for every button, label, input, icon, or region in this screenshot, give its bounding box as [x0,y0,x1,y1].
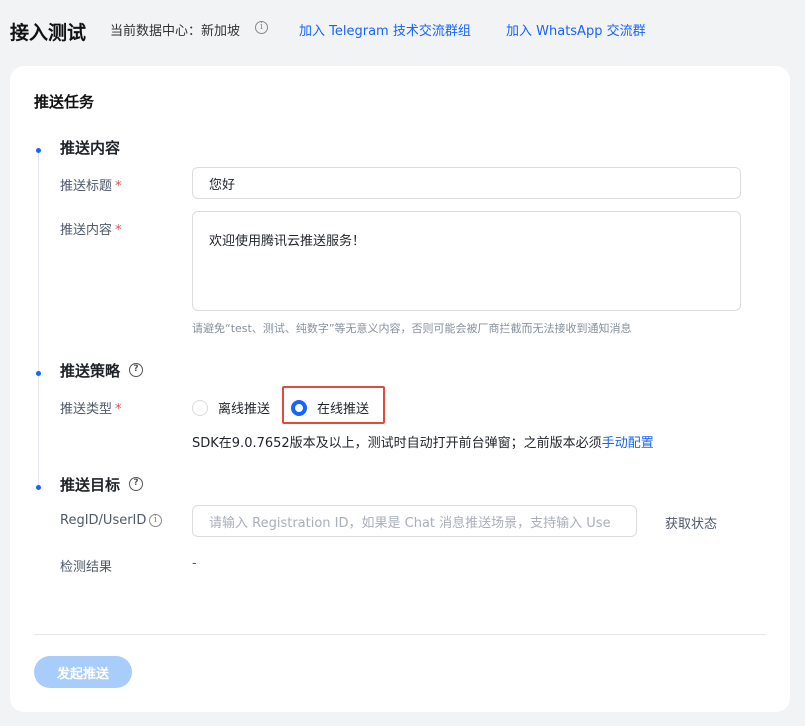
content-hint: 请避免“test、测试、纯数字”等无意义内容，否则可能会被厂商拦截而无法接收到通… [192,322,632,335]
radio-unchecked-icon [192,399,208,416]
info-icon[interactable]: i [149,514,162,527]
manual-config-link[interactable]: 手动配置 [602,436,654,451]
radio-online-push[interactable]: 在线推送 [291,398,369,417]
card-title: 推送任务 [34,93,95,111]
push-task-card: 推送任务 推送内容 推送标题 * 您好 推送内容 * 欢迎使用腾讯云推送服务！ 请避… [10,66,790,712]
radio-online-label: 在线推送 [317,402,370,417]
required-mark: * [115,402,122,417]
page-header: 接入测试 当前数据中心：新加坡 i 加入 Telegram 技术交流群组 加入 … [0,0,805,60]
check-result-value: - [192,556,197,571]
push-type-label: 推送类型 * [60,398,122,417]
whatsapp-group-link[interactable]: 加入 WhatsApp 交流群 [506,20,646,39]
push-content-label: 推送内容 * [60,219,122,238]
datacenter-label: 当前数据中心：新加坡 [110,24,241,39]
section-title-strategy: 推送策略 [60,362,121,380]
page-title: 接入测试 [10,22,87,44]
help-icon[interactable]: ? [129,477,143,491]
info-icon[interactable]: i [255,21,268,34]
push-type-label-text: 推送类型 [60,402,113,417]
push-title-label: 推送标题 * [60,175,122,194]
regid-input[interactable]: 请输入 Registration ID，如果是 Chat 消息推送场景，支持输入… [192,505,637,537]
divider [34,634,766,635]
regid-label: RegID/UserID [60,513,147,528]
sdk-note-text: SDK在9.0.7652版本及以上，测试时自动打开前台弹窗；之前版本必须 [192,436,602,451]
push-title-label-text: 推送标题 [60,179,113,194]
push-content-textarea[interactable]: 欢迎使用腾讯云推送服务！ [192,211,741,311]
timeline-dot [36,148,41,153]
section-title-target: 推送目标 [60,476,121,494]
push-title-input[interactable]: 您好 [192,167,741,199]
radio-offline-label: 离线推送 [218,402,271,417]
sdk-note: SDK在9.0.7652版本及以上，测试时自动打开前台弹窗；之前版本必须手动配置 [192,432,654,451]
help-icon[interactable]: ? [129,363,143,377]
check-result-label: 检测结果 [60,560,113,575]
get-status-button[interactable]: 获取状态 [665,513,717,532]
required-mark: * [115,223,122,238]
radio-offline-push[interactable]: 离线推送 [192,398,270,417]
send-push-button[interactable]: 发起推送 [34,656,132,688]
required-mark: * [115,179,122,194]
timeline-dot [36,371,41,376]
timeline-line [38,148,39,490]
push-content-label-text: 推送内容 [60,223,113,238]
section-title-content: 推送内容 [60,139,121,157]
timeline-dot [36,485,41,490]
radio-checked-icon [291,399,307,416]
telegram-group-link[interactable]: 加入 Telegram 技术交流群组 [299,20,471,39]
